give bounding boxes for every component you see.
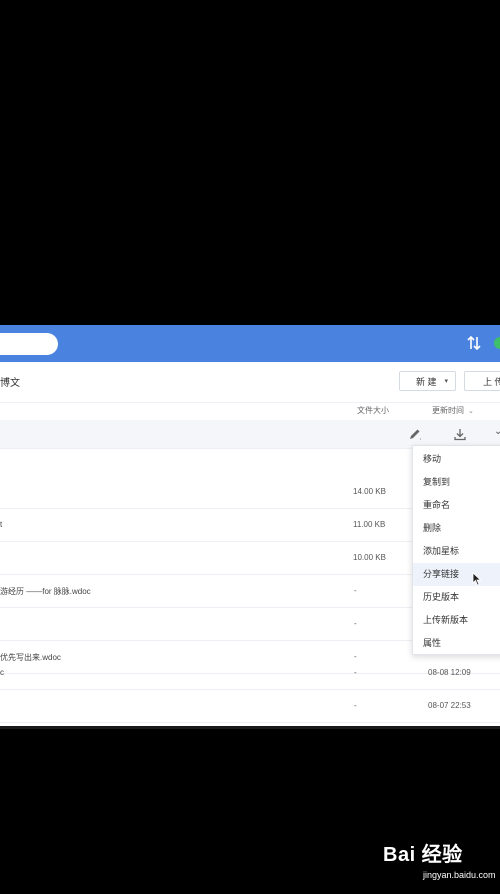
file-name: t xyxy=(0,520,3,529)
upload-button-label: 上 传 xyxy=(483,377,500,387)
file-size: 10.00 KB xyxy=(353,553,386,562)
pencil-icon[interactable] xyxy=(408,427,422,441)
menu-item-properties[interactable]: 属性 xyxy=(413,632,500,655)
top-bar xyxy=(0,325,500,362)
breadcrumb[interactable]: 博文 xyxy=(0,374,20,389)
file-name: c xyxy=(0,668,4,677)
file-time: 08-08 12:09 xyxy=(428,668,471,677)
column-header-size[interactable]: 文件大小 xyxy=(357,405,389,416)
menu-item-history[interactable]: 历史版本 xyxy=(413,586,500,609)
avatar[interactable] xyxy=(494,337,500,349)
file-time: 08-07 22:53 xyxy=(428,701,471,710)
file-size: - xyxy=(354,586,357,595)
file-size: - xyxy=(354,701,357,710)
screen-bottom-edge xyxy=(0,726,500,729)
chevron-down-icon: ▾ xyxy=(444,378,448,385)
file-size: - xyxy=(354,619,357,628)
file-size: 14.00 KB xyxy=(353,487,386,496)
menu-item-share-link[interactable]: 分享链接 xyxy=(413,563,500,586)
menu-item-delete[interactable]: 删除 xyxy=(413,517,500,540)
menu-item-copy-to[interactable]: 复制到 xyxy=(413,471,500,494)
mouse-cursor-icon xyxy=(472,572,482,586)
menu-item-add-star[interactable]: 添加星标 xyxy=(413,540,500,563)
menu-item-rename[interactable]: 重命名 xyxy=(413,494,500,517)
file-name: 游经历 ——for 脉脉.wdoc xyxy=(0,587,91,596)
sort-arrow-icon: ⌄ xyxy=(468,408,474,415)
upload-button[interactable]: 上 传 xyxy=(464,371,500,391)
table-row[interactable]: - 08-07 22:53 xyxy=(0,690,500,723)
table-header: 文件大小 更新时间 ⌄ xyxy=(0,402,500,420)
menu-item-upload-new-version[interactable]: 上传新版本 xyxy=(413,609,500,632)
menu-item-move[interactable]: 移动 xyxy=(413,448,500,471)
column-header-time[interactable]: 更新时间 ⌄ xyxy=(432,405,474,416)
watermark-url: jingyan.baidu.com xyxy=(423,870,496,880)
baidu-watermark: Bai 经验 jingyan.baidu.com xyxy=(383,838,496,888)
watermark-logo-text: Bai 经验 xyxy=(383,844,463,866)
file-size: 11.00 KB xyxy=(353,520,386,529)
table-row[interactable]: c - 08-08 12:09 xyxy=(0,657,500,690)
sync-arrows-icon[interactable] xyxy=(465,334,483,352)
column-header-time-label: 更新时间 xyxy=(432,406,464,415)
new-button-label: 新 建 xyxy=(416,377,437,387)
app-screen: 博文 新 建 ▾ 上 传 文件大小 更新时间 ⌄ ⌄ 14.00 KB t 11.… xyxy=(0,325,500,728)
new-button[interactable]: 新 建 ▾ xyxy=(399,371,456,391)
file-size: - xyxy=(354,668,357,677)
more-icon[interactable]: ⌄ xyxy=(494,426,500,440)
toolbar: 博文 新 建 ▾ 上 传 xyxy=(0,362,500,403)
download-icon[interactable] xyxy=(453,427,467,441)
context-menu: 移动 复制到 重命名 删除 添加星标 分享链接 历史版本 上传新版本 属性 xyxy=(412,445,500,655)
search-input[interactable] xyxy=(0,333,58,355)
